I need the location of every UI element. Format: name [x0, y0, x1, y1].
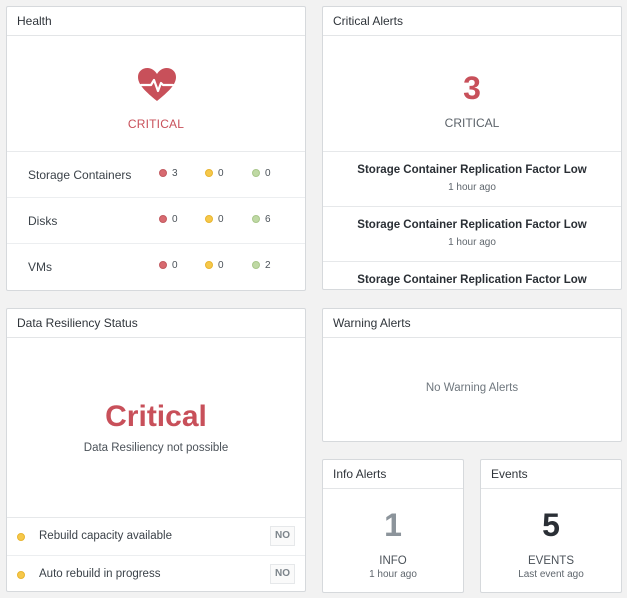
warning-alerts-body[interactable]: No Warning Alerts: [323, 338, 621, 441]
critical-alerts-title: Critical Alerts: [323, 7, 621, 36]
warning-dot-icon: [205, 261, 213, 269]
events-summary[interactable]: 5 EVENTS Last event ago: [481, 489, 621, 592]
resiliency-value-badge: NO: [270, 526, 295, 546]
heart-pulse-icon: [138, 68, 176, 101]
alert-title: Storage Container Replication Factor Low: [357, 219, 587, 231]
health-status: CRITICAL: [127, 117, 185, 131]
resiliency-row-rebuild-capacity: Rebuild capacity available NO: [7, 518, 305, 556]
data-resiliency-subtitle: Data Resiliency not possible: [83, 442, 229, 454]
critical-dot-icon: [159, 261, 167, 269]
warning-dot-icon: [205, 169, 213, 177]
health-title: Health: [7, 7, 305, 36]
health-row-vms[interactable]: VMs 0 0 2: [7, 244, 305, 290]
alert-title: Storage Container Replication Factor Low: [357, 164, 587, 176]
info-alerts-time: 1 hour ago: [369, 569, 417, 580]
resiliency-value-badge: NO: [270, 564, 295, 584]
critical-dot-icon: [159, 215, 167, 223]
health-row-label: Storage Containers: [28, 168, 132, 182]
alert-time: 1 hour ago: [448, 237, 496, 248]
warning-dot-icon: [205, 215, 213, 223]
critical-dot-icon: [159, 169, 167, 177]
critical-alerts-count: 3: [463, 70, 481, 106]
events-time: Last event ago: [518, 569, 584, 580]
warning-dot-icon: [17, 571, 25, 579]
alert-title: Storage Container Replication Factor Low: [357, 274, 587, 286]
alert-list-item[interactable]: Storage Container Replication Factor Low: [323, 262, 621, 289]
resiliency-row-label: Rebuild capacity available: [39, 530, 172, 542]
warning-dot-icon: [17, 533, 25, 541]
info-alerts-title: Info Alerts: [323, 460, 463, 489]
critical-count[interactable]: 3: [159, 168, 178, 179]
critical-alerts-widget: Critical Alerts 3 CRITICAL Storage Conta…: [322, 6, 622, 290]
data-resiliency-title: Data Resiliency Status: [7, 309, 305, 338]
health-row-disks[interactable]: Disks 0 0 6: [7, 198, 305, 244]
health-row-label: VMs: [28, 260, 52, 274]
health-row-label: Disks: [28, 214, 58, 228]
events-label: EVENTS: [527, 555, 574, 567]
warning-alerts-empty-message: No Warning Alerts: [425, 382, 519, 394]
critical-count[interactable]: 0: [159, 260, 178, 271]
ok-count[interactable]: 6: [252, 214, 271, 225]
data-resiliency-summary[interactable]: Critical Data Resiliency not possible: [7, 338, 305, 518]
events-widget: Events 5 EVENTS Last event ago: [480, 459, 622, 593]
events-title: Events: [481, 460, 621, 489]
health-widget: Health CRITICAL Storage Containers 3 0 0…: [6, 6, 306, 291]
events-count: 5: [542, 507, 560, 543]
warning-count[interactable]: 0: [205, 214, 224, 225]
critical-alerts-count-label: CRITICAL: [444, 116, 500, 130]
info-alerts-count: 1: [384, 507, 402, 543]
ok-dot-icon: [252, 261, 260, 269]
data-resiliency-widget: Data Resiliency Status Critical Data Res…: [6, 308, 306, 592]
warning-count[interactable]: 0: [205, 260, 224, 271]
data-resiliency-status: Critical: [105, 400, 207, 433]
ok-count[interactable]: 2: [252, 260, 271, 271]
critical-alerts-summary[interactable]: 3 CRITICAL: [323, 36, 621, 152]
info-alerts-summary[interactable]: 1 INFO 1 hour ago: [323, 489, 463, 592]
ok-count[interactable]: 0: [252, 168, 271, 179]
info-alerts-widget: Info Alerts 1 INFO 1 hour ago: [322, 459, 464, 593]
resiliency-row-label: Auto rebuild in progress: [39, 568, 161, 580]
ok-dot-icon: [252, 169, 260, 177]
info-alerts-label: INFO: [379, 555, 407, 567]
health-summary[interactable]: CRITICAL: [7, 36, 305, 152]
warning-alerts-widget: Warning Alerts No Warning Alerts: [322, 308, 622, 442]
resiliency-row-auto-rebuild: Auto rebuild in progress NO: [7, 556, 305, 591]
alert-time: 1 hour ago: [448, 182, 496, 193]
alert-list-item[interactable]: Storage Container Replication Factor Low…: [323, 152, 621, 207]
alert-list-item[interactable]: Storage Container Replication Factor Low…: [323, 207, 621, 262]
critical-count[interactable]: 0: [159, 214, 178, 225]
warning-alerts-title: Warning Alerts: [323, 309, 621, 338]
warning-count[interactable]: 0: [205, 168, 224, 179]
health-row-storage-containers[interactable]: Storage Containers 3 0 0: [7, 152, 305, 198]
ok-dot-icon: [252, 215, 260, 223]
